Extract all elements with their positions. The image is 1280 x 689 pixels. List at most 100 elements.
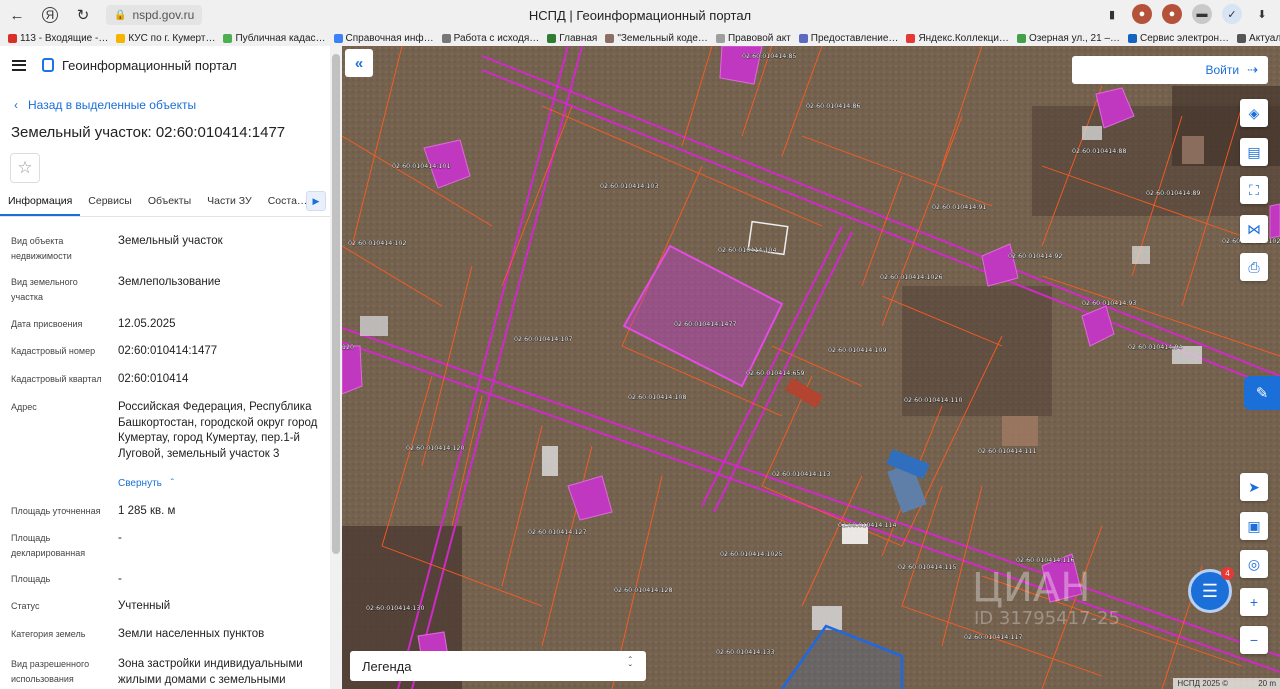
minus-icon: − — [1249, 632, 1259, 648]
legend-dropdown[interactable]: Легенда ˆˇ — [350, 651, 646, 681]
cadastral-number-label[interactable]: 02:60:010414:88 — [1072, 148, 1127, 156]
copyright-text: НСПД 2025 © — [1177, 679, 1229, 688]
cadastral-number-label[interactable]: 02:60:010414:120 — [406, 445, 465, 453]
cadastral-number-label[interactable]: 02:60:010414:128 — [614, 587, 673, 595]
cadastral-number-label[interactable]: 02:60:010414:1477 — [674, 321, 737, 329]
address-bar[interactable]: 🔒 nspd.gov.ru — [106, 5, 203, 25]
menu-icon[interactable] — [12, 59, 26, 71]
cadastral-number-label[interactable]: 02:60:010414:86 — [806, 103, 861, 111]
cadastral-number-label[interactable]: 02:60:010414:107 — [514, 336, 573, 344]
bookmark-label: Главная — [559, 32, 598, 44]
login-button[interactable]: Войти ⇢ — [1072, 56, 1268, 84]
bookmark-item[interactable]: Справочная инф… — [333, 33, 434, 44]
cadastral-number-label[interactable]: 02:60:010414:116 — [1016, 557, 1075, 565]
cadastral-number-label[interactable]: 02:60:010414:89 — [1146, 190, 1201, 198]
cadastral-number-label[interactable]: 02:60:010414:1025 — [720, 551, 783, 559]
collapse-address-link[interactable]: Свернуть ˆ — [118, 478, 174, 489]
ruler-button[interactable]: ▤ — [1240, 138, 1268, 166]
extension-icon[interactable]: ✓ — [1222, 4, 1242, 24]
property-key: Площадь уточненная — [11, 506, 101, 516]
cadastral-number-label[interactable]: 02:60:010414:93 — [1082, 300, 1137, 308]
back-arrow-icon[interactable]: ← — [4, 2, 30, 28]
satellite-map[interactable]: 02:60:010414:85 02:60:010414:86 02:60:0104… — [342, 46, 1280, 689]
cadastral-number-label[interactable]: 02:60:010414:91 — [932, 204, 987, 212]
bookmark-item[interactable]: КУС по г. Кумерт… — [116, 33, 215, 44]
cadastral-number-label[interactable]: 02:60:010414:101 — [392, 163, 451, 171]
cadastral-number-label[interactable]: 02:60:010414:111 — [978, 448, 1037, 456]
bookmark-label: Актуальные заяв… — [1249, 32, 1280, 44]
cadastral-number-label[interactable]: 02:60:010414:117 — [964, 634, 1023, 642]
property-key: Вид разрешенного использования — [11, 659, 90, 684]
tab-3[interactable]: Части ЗУ — [199, 191, 260, 216]
cadastral-number-label[interactable]: 02:60:010414:127 — [528, 529, 587, 537]
tab-2[interactable]: Объекты — [140, 191, 199, 216]
bookmark-item[interactable]: Работа с исходя… — [441, 33, 539, 44]
extension-icon[interactable]: ● — [1162, 4, 1182, 24]
cadastral-number-label[interactable]: 02:60:010414:110 — [904, 397, 963, 405]
bookmark-favicon-icon — [1237, 33, 1247, 43]
map-view[interactable]: 02:60:010414:85 02:60:010414:86 02:60:0104… — [342, 46, 1280, 689]
cadastral-number-label[interactable]: 02:60:010414:102 — [348, 240, 407, 248]
cadastral-number-label[interactable]: 02:60:010414:115 — [898, 564, 957, 572]
bookmark-item[interactable]: 113 - Входящие -… — [8, 33, 108, 44]
cadastral-number-label[interactable]: 02:60:010414:113 — [772, 471, 831, 479]
cadastral-number-label[interactable]: 02:60:010414:92 — [1008, 253, 1063, 261]
app-title: Геоинформационный портал — [62, 57, 237, 73]
extension-icon[interactable]: ● — [1132, 4, 1152, 24]
cadastral-number-label[interactable]: 02:60:010414:94 — [1128, 344, 1183, 352]
cadastral-number-label[interactable]: 02:60:010414:85 — [742, 53, 797, 61]
back-link-label: Назад в выделенные объекты — [28, 98, 197, 112]
bookmark-favicon-icon — [8, 33, 17, 43]
locate-button[interactable]: ➤ — [1240, 473, 1268, 501]
layers-button[interactable]: ◈ — [1240, 99, 1268, 127]
cadastral-number-label[interactable]: 02:60:010414:103 — [600, 183, 659, 191]
chat-badge: 4 — [1221, 567, 1234, 580]
collapse-panel-button[interactable]: « — [345, 49, 373, 77]
cadastral-number-label[interactable]: 02:60:010414:659 — [746, 370, 805, 378]
minimap-button[interactable]: ▣ — [1240, 512, 1268, 540]
share-button[interactable]: ⋈ — [1240, 215, 1268, 243]
bookmark-favicon-icon — [441, 33, 451, 43]
cadastral-number-label[interactable]: 02:60:010414:130 — [366, 605, 425, 613]
bookmark-favicon-icon — [1128, 33, 1138, 43]
property-value: Учтенный — [118, 600, 171, 612]
bookmark-item[interactable]: Сервис электрон… — [1128, 33, 1229, 44]
tab-1[interactable]: Сервисы — [80, 191, 140, 216]
panel-scrollbar[interactable] — [330, 46, 342, 689]
bookmark-icon[interactable]: ▮ — [1102, 4, 1122, 24]
double-chevron-left-icon: « — [354, 54, 364, 72]
zoom-out-button[interactable]: − — [1240, 626, 1268, 654]
print-button[interactable]: ⎙ — [1240, 253, 1268, 281]
tabs-scroll-right-button[interactable]: ▶ — [306, 191, 326, 211]
cadastral-number-label[interactable]: 02:60:010414:104 — [718, 247, 777, 255]
cadastral-number-label[interactable]: 02:60:010414:1026 — [880, 274, 943, 282]
bookmark-item[interactable]: "Земельный коде… — [605, 33, 708, 44]
cadastral-number-label[interactable]: 02:60:010414:114 — [838, 522, 897, 530]
cadastral-number-label[interactable]: 02:60:010414:108 — [628, 394, 687, 402]
favorite-star-button[interactable]: ☆ — [10, 153, 40, 183]
bookmark-item[interactable]: Главная — [547, 33, 597, 44]
select-area-button[interactable]: ⛶ — [1240, 176, 1268, 204]
scrollbar-thumb[interactable] — [332, 54, 340, 554]
bookmark-item[interactable]: Озерная ул., 21 –… — [1016, 33, 1120, 44]
tab-0[interactable]: Информация — [0, 191, 81, 216]
lock-icon: 🔒 — [114, 9, 127, 21]
back-to-selected-link[interactable]: ‹ Назад в выделенные объекты — [14, 98, 342, 112]
property-key: Вид земельного участка — [11, 277, 78, 302]
geolocation-button[interactable]: ◎ — [1240, 550, 1268, 578]
feedback-tab[interactable]: ✎ — [1244, 376, 1280, 410]
bookmark-item[interactable]: Актуальные заяв… — [1237, 33, 1280, 44]
bookmark-item[interactable]: Предоставление… — [798, 33, 898, 44]
cadastral-number-label[interactable]: 02:60:010414:109 — [828, 347, 887, 355]
download-icon[interactable]: ⬇ — [1252, 4, 1272, 24]
yandex-icon[interactable]: Я — [42, 7, 58, 23]
reload-icon[interactable]: ↻ — [70, 2, 96, 28]
zoom-in-button[interactable]: + — [1240, 588, 1268, 616]
print-icon: ⎙ — [1248, 258, 1260, 275]
bookmark-item[interactable]: Правовой акт — [715, 33, 791, 44]
bookmark-item[interactable]: Яндекс.Коллекци… — [906, 33, 1009, 44]
cadastral-number-label[interactable]: 02:60:010414:133 — [716, 649, 775, 657]
extension-icon[interactable]: ▬ — [1192, 4, 1212, 24]
cadastral-number-label[interactable]: 120 — [342, 344, 354, 352]
bookmark-item[interactable]: Публичная кадас… — [223, 33, 326, 44]
